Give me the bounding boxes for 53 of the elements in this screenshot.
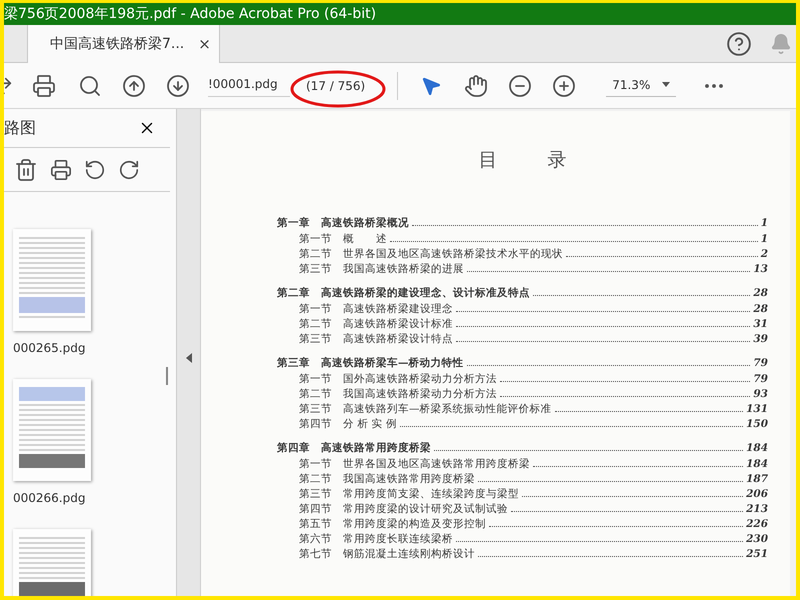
page-number: 2 [760, 248, 768, 260]
section-title: 第一节 概 述 [299, 232, 387, 246]
panel-title: 路图 [4, 118, 36, 138]
page-number: 150 [746, 418, 768, 430]
chapter-title: 第四章 高速铁路常用跨度桥梁 [277, 441, 431, 455]
page-number: 1 [760, 217, 768, 229]
thumbnail-label: 000265.pdg [13, 341, 86, 355]
page-number: 251 [746, 548, 768, 560]
tab-close-button[interactable]: × [198, 35, 211, 53]
page-number: 184 [746, 458, 768, 470]
section-title: 第三节 我国高速铁路桥梁的进展 [299, 262, 464, 276]
page-number: 230 [746, 533, 768, 545]
page-number: 93 [753, 388, 768, 400]
section-title: 第四节 常用跨度梁的设计研究及试制试验 [299, 502, 508, 516]
page-number: 187 [746, 473, 768, 485]
chapter-title: 第一章 高速铁路桥梁概况 [277, 216, 409, 230]
page-number: 213 [746, 503, 768, 515]
section-title: 第二节 我国高速铁路桥梁动力分析方法 [299, 387, 497, 401]
page-number: 39 [753, 333, 768, 345]
section-title: 第一节 世界各国及地区高速铁路常用跨度桥梁 [299, 457, 530, 471]
page-number: 79 [753, 373, 768, 385]
section-title: 第三节 常用跨度简支梁、连续梁跨度与梁型 [299, 487, 519, 501]
page-number: 13 [753, 263, 768, 275]
section-title: 第四节 分 析 实 例 [299, 417, 398, 431]
section-title: 第二节 世界各国及地区高速铁路桥梁技术水平的现状 [299, 247, 563, 261]
page-number: 79 [753, 357, 768, 369]
chapter-title: 第三章 高速铁路桥梁车—桥动力特性 [277, 356, 464, 370]
section-title: 第一节 国外高速铁路桥梁动力分析方法 [299, 372, 497, 386]
section-title: 第二节 高速铁路桥梁设计标准 [299, 317, 453, 331]
page-field[interactable]: !00001.pdg [208, 74, 290, 96]
zoom-dropdown[interactable]: 71.3% [606, 74, 676, 96]
page-number: 226 [746, 518, 768, 530]
document-tab[interactable]: 中国高速铁路桥梁7... × [27, 25, 220, 63]
page-number: 206 [746, 488, 768, 500]
page-number: 131 [746, 403, 768, 415]
tab-label: 中国高速铁路桥梁7... [50, 35, 184, 53]
section-title: 第六节 常用跨度长联连续梁桥 [299, 532, 453, 546]
section-title: 第七节 钢筋混凝土连续刚构桥设计 [299, 547, 475, 561]
page-number: 1 [760, 233, 768, 245]
page-count: (17 / 756) [305, 78, 366, 92]
contents-heading: 目 录 [477, 148, 590, 173]
page-number: 184 [746, 442, 768, 454]
thumbnail-label: 000266.pdg [13, 491, 86, 505]
chapter-title: 第二章 高速铁路桥梁的建设理念、设计标准及特点 [277, 286, 530, 300]
section-title: 第一节 高速铁路桥梁建设理念 [299, 302, 453, 316]
section-title: 第三节 高速铁路桥梁设计特点 [299, 332, 453, 346]
section-title: 第五节 常用跨度梁的构造及变形控制 [299, 517, 486, 531]
section-title: 第三节 高速铁路列车—桥梁系统振动性能评价标准 [299, 402, 552, 416]
window-title: 梁756页2008年198元.pdf - Adobe Acrobat Pro (64-bit) [4, 3, 796, 25]
page-number: 31 [753, 318, 768, 330]
page-number: 28 [753, 287, 768, 299]
page-number: 28 [753, 303, 768, 315]
section-title: 第二节 我国高速铁路常用跨度桥梁 [299, 472, 475, 486]
